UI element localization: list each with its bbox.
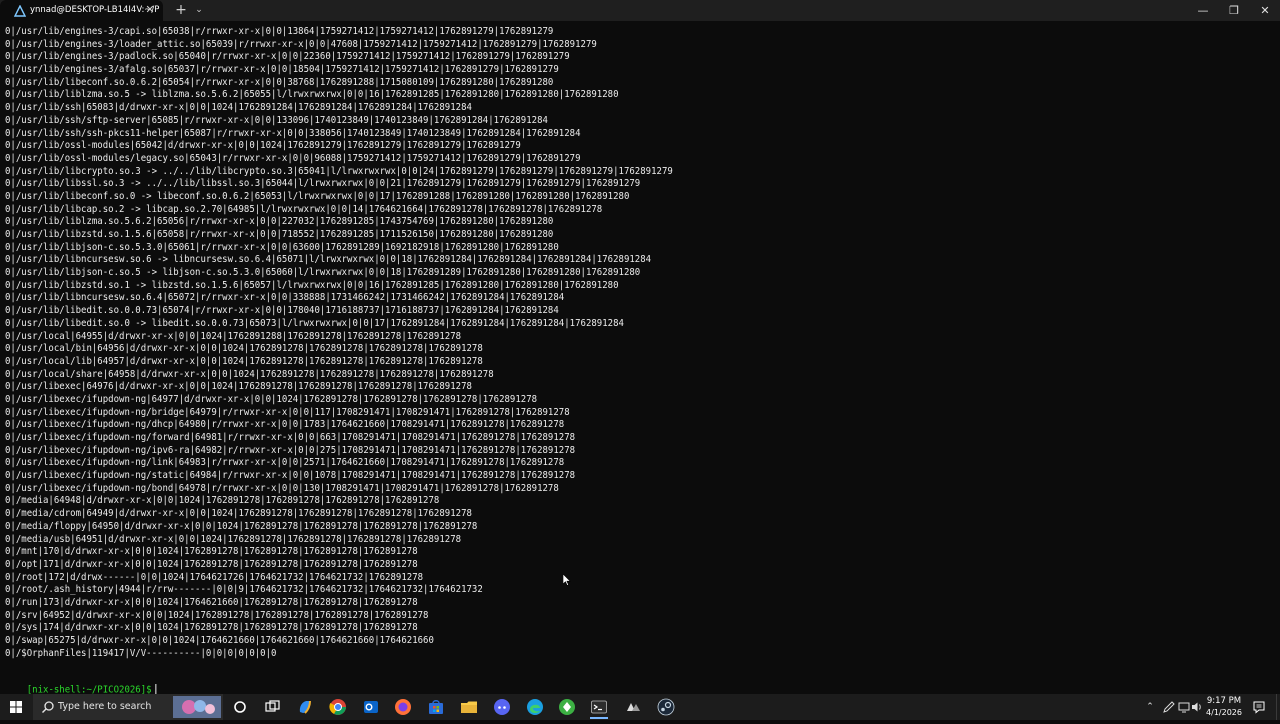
mouse-pointer-icon — [563, 574, 571, 586]
terminal-line: 0|/usr/libexec/ifupdown-ng/bridge|64979|… — [5, 406, 570, 418]
terminal-line: 0|/sys|174|d/drwxr-xr-x|0|0|1024|1762891… — [5, 622, 418, 634]
terminal-output[interactable]: 0|/usr/lib/engines-3/capi.so|65038|r/rrw… — [0, 26, 1280, 714]
copilot-icon[interactable] — [296, 698, 314, 716]
terminal-line: 0|/usr/lib/engines-3/padlock.so|65040|r/… — [5, 51, 570, 63]
terminal-line: 0|/media/cdrom|64949|d/drwxr-xr-x|0|0|10… — [5, 508, 472, 520]
cortana-icon[interactable] — [231, 698, 249, 716]
taskbar: Type here to search ⌃ 9:17 PM 4/1/2026 — [0, 694, 1280, 720]
terminal-line: 0|/usr/libexec/ifupdown-ng|64977|d/drwxr… — [5, 393, 538, 405]
terminal-line: 0|/usr/lib/liblzma.so.5 -> liblzma.so.5.… — [5, 89, 619, 101]
clock-date: 4/1/2026 — [1206, 708, 1242, 717]
terminal-line: 0|/usr/lib/libssl.so.3 -> ../../lib/libs… — [5, 178, 641, 190]
search-icon — [42, 701, 54, 713]
terminal-line: 0|/usr/libexec/ifupdown-ng/forward|64981… — [5, 432, 576, 443]
terminal-line: 0|/usr/lib/libedit.so.0 -> libedit.so.0.… — [5, 317, 624, 329]
task-view-icon[interactable] — [263, 698, 281, 716]
terminal-line: 0|/usr/lib/libcap.so.2 -> libcap.so.2.70… — [5, 203, 603, 215]
terminal-line: 0|/usr/lib/ossl-modules|65042|d/drwxr-xr… — [5, 140, 521, 152]
maximize-button[interactable]: ❐ — [1219, 0, 1249, 21]
terminal-line: 0|/run|173|d/drwxr-xr-x|0|0|1024|1764621… — [5, 596, 418, 608]
file-explorer-icon[interactable] — [460, 698, 478, 716]
terminal-line: 0|/usr/lib/libedit.so.0.0.73|65074|r/rrw… — [5, 305, 559, 317]
terminal-line: 0|/root|172|d/drwx------|0|0|1024|176462… — [5, 571, 424, 583]
chrome-icon[interactable] — [329, 698, 347, 716]
firefox-icon[interactable] — [394, 698, 412, 716]
search-highlight-image — [173, 696, 221, 718]
terminal-line: 0|/usr/local/bin|64956|d/drwxr-xr-x|0|0|… — [5, 343, 483, 355]
terminal-line: 0|/usr/local|64955|d/drwxr-xr-x|0|0|1024… — [5, 330, 462, 342]
system-clock[interactable]: 9:17 PM 4/1/2026 — [1200, 696, 1248, 718]
steam-icon[interactable] — [657, 698, 675, 716]
terminal-tab[interactable]: ynnad@DESKTOP-LB14I4V:~/P ✕ — [0, 0, 163, 21]
terminal-line: 0|/usr/libexec/ifupdown-ng/dhcp|64980|r/… — [5, 419, 565, 431]
terminal-line: 0|/usr/lib/libncursesw.so.6 -> libncurse… — [5, 254, 652, 266]
terminal-line: 0|/mnt|170|d/drwxr-xr-x|0|0|1024|1762891… — [5, 546, 418, 558]
terminal-line: 0|/root/.ash_history|4944|r/rrw-------|0… — [5, 584, 483, 596]
terminal-line: 0|/usr/lib/ssh|65083|d/drwxr-xr-x|0|0|10… — [5, 102, 472, 114]
terminal-line: 0|/usr/lib/engines-3/capi.so|65038|r/rrw… — [5, 26, 554, 37]
terminal-app-icon — [13, 4, 27, 17]
prompt-line[interactable]: [nix-shell:~/PICO2026]$ — [5, 672, 157, 696]
close-window-button[interactable]: ✕ — [1250, 0, 1280, 21]
discord-icon[interactable] — [493, 698, 511, 716]
terminal-line: 0|/media|64948|d/drwxr-xr-x|0|0|1024|176… — [5, 495, 440, 507]
tab-dropdown-icon[interactable]: ⌄ — [193, 3, 205, 17]
terminal-line: 0|/usr/local/lib|64957|d/drwxr-xr-x|0|0|… — [5, 355, 483, 367]
terminal-lines: 0|/usr/lib/engines-3/capi.so|65038|r/rrw… — [5, 26, 715, 660]
terminal-line: 0|/$OrphanFiles|119417|V/V----------|0|0… — [5, 647, 277, 659]
terminal-line: 0|/usr/lib/libjson-c.so.5 -> libjson-c.s… — [5, 267, 641, 279]
terminal-line: 0|/usr/libexec/ifupdown-ng/static|64984|… — [5, 470, 576, 482]
tab-close-icon[interactable]: ✕ — [143, 3, 157, 17]
vpn-icon[interactable] — [558, 698, 576, 716]
active-app-indicator — [590, 717, 608, 719]
terminal-line: 0|/srv|64952|d/drwxr-xr-x|0|0|1024|17628… — [5, 609, 429, 621]
terminal-line: 0|/usr/lib/libjson-c.so.5.3.0|65061|r/rr… — [5, 241, 559, 253]
terminal-line: 0|/usr/lib/ssh/sftp-server|65085|r/rrwxr… — [5, 114, 548, 126]
terminal-line: 0|/usr/lib/ossl-modules/legacy.so|65043|… — [5, 152, 581, 164]
title-bar: ynnad@DESKTOP-LB14I4V:~/P ✕ + ⌄ — ❐ ✕ — [0, 0, 1280, 21]
terminal-line: 0|/usr/lib/libzstd.so.1 -> libzstd.so.1.… — [5, 279, 619, 291]
terminal-line: 0|/usr/local/share|64958|d/drwxr-xr-x|0|… — [5, 368, 494, 380]
terminal-line: 0|/usr/libexec|64976|d/drwxr-xr-x|0|0|10… — [5, 381, 472, 393]
show-desktop-button[interactable] — [1276, 694, 1280, 720]
taskbar-search[interactable]: Type here to search — [33, 694, 223, 720]
clock-time: 9:17 PM — [1206, 696, 1242, 706]
terminal-line: 0|/usr/lib/libzstd.so.1.5.6|65058|r/rrwx… — [5, 229, 554, 240]
store-icon[interactable] — [427, 698, 445, 716]
terminal-line: 0|/media/floppy|64950|d/drwxr-xr-x|0|0|1… — [5, 520, 478, 532]
terminal-icon[interactable] — [590, 698, 608, 716]
search-placeholder: Type here to search — [58, 701, 152, 712]
terminal-line: 0|/usr/lib/libncursesw.so.6.4|65072|r/rr… — [5, 292, 565, 304]
tab-title: ynnad@DESKTOP-LB14I4V:~/P — [30, 5, 160, 15]
terminal-line: 0|/usr/libexec/ifupdown-ng/ipv6-ra|64982… — [5, 444, 576, 456]
wsl-icon[interactable] — [624, 698, 642, 716]
edge-icon[interactable] — [526, 698, 544, 716]
pen-icon[interactable] — [1162, 700, 1176, 714]
terminal-line: 0|/usr/lib/libeconf.so.0 -> libeconf.so.… — [5, 190, 630, 202]
terminal-line: 0|/usr/lib/ssh/ssh-pkcs11-helper|65087|r… — [5, 127, 581, 139]
windows-start-icon[interactable] — [0, 694, 32, 720]
minimize-button[interactable]: — — [1188, 0, 1218, 21]
terminal-line: 0|/opt|171|d/drwxr-xr-x|0|0|1024|1762891… — [5, 558, 418, 570]
outlook-icon[interactable] — [362, 698, 380, 716]
terminal-line: 0|/usr/libexec/ifupdown-ng/bond|64978|r/… — [5, 482, 559, 494]
terminal-line: 0|/usr/lib/libcrypto.so.3 -> ../../lib/l… — [5, 165, 673, 177]
tray-chevron-up-icon[interactable]: ⌃ — [1144, 701, 1156, 713]
notification-icon[interactable] — [1252, 700, 1266, 714]
terminal-line: 0|/media/usb|64951|d/drwxr-xr-x|0|0|1024… — [5, 533, 462, 545]
terminal-line: 0|/usr/lib/liblzma.so.5.6.2|65056|r/rrwx… — [5, 216, 554, 228]
terminal-line: 0|/usr/lib/libeconf.so.0.6.2|65054|r/rrw… — [5, 76, 554, 88]
terminal-line: 0|/swap|65275|d/drwxr-xr-x|0|0|1024|1764… — [5, 635, 434, 646]
new-tab-button[interactable]: + — [173, 2, 189, 18]
network-icon[interactable] — [1177, 700, 1191, 714]
terminal-line: 0|/usr/lib/engines-3/loader_attic.so|650… — [5, 38, 597, 50]
terminal-line: 0|/usr/lib/engines-3/afalg.so|65037|r/rr… — [5, 64, 559, 76]
terminal-line: 0|/usr/libexec/ifupdown-ng/link|64983|r/… — [5, 457, 565, 469]
